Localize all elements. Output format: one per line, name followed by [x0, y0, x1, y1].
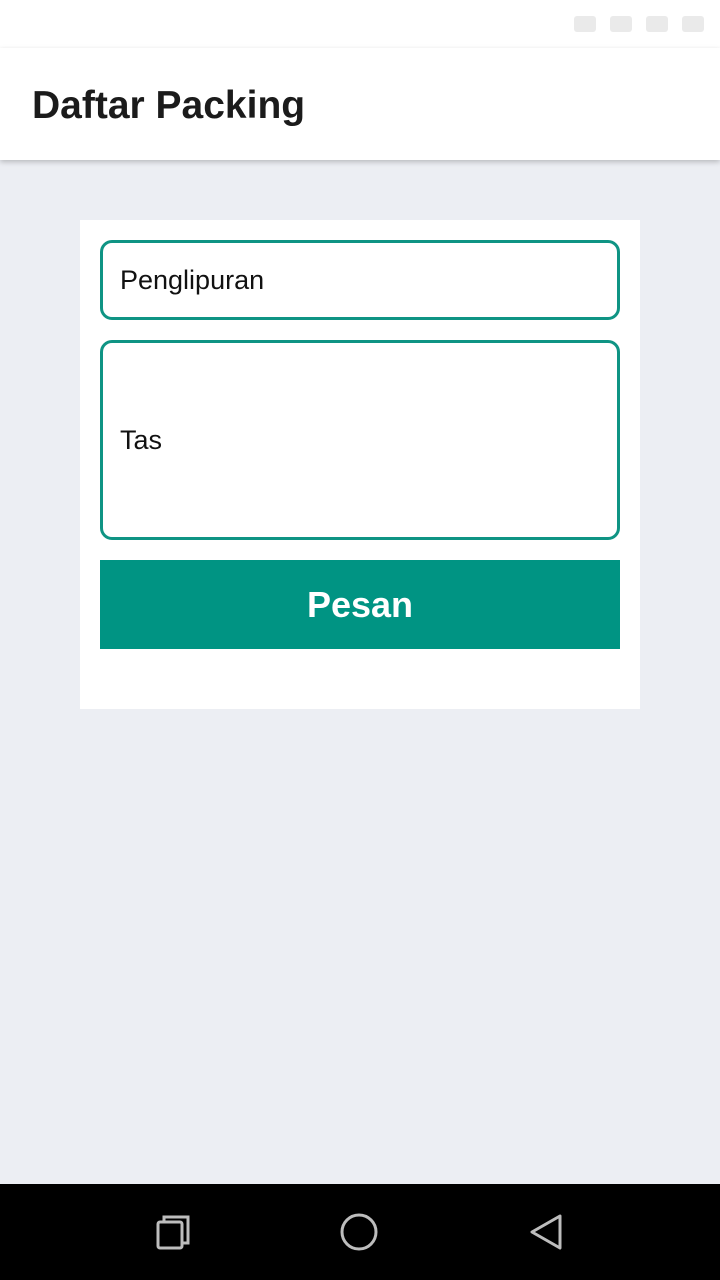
destination-field[interactable]: Penglipuran: [100, 240, 620, 320]
recents-button[interactable]: [149, 1208, 197, 1256]
order-form-card: Penglipuran Tas Pesan: [80, 220, 640, 709]
signal-icon: [610, 16, 632, 32]
recents-icon: [156, 1215, 190, 1250]
order-button[interactable]: Pesan: [100, 560, 620, 649]
status-bar: [0, 0, 720, 48]
system-nav-bar: [0, 1184, 720, 1280]
home-button[interactable]: [335, 1208, 383, 1256]
item-field[interactable]: Tas: [100, 340, 620, 540]
wifi-icon: [646, 16, 668, 32]
status-icons: [574, 12, 704, 36]
back-icon: [530, 1214, 562, 1250]
battery-icon: [682, 16, 704, 32]
page-title: Daftar Packing: [32, 84, 306, 127]
back-button[interactable]: [522, 1208, 570, 1256]
destination-value: Penglipuran: [120, 265, 265, 295]
home-icon: [340, 1213, 378, 1251]
notification-icon: [574, 16, 596, 32]
item-value: Tas: [120, 425, 163, 455]
app-bar: Daftar Packing: [0, 48, 720, 160]
